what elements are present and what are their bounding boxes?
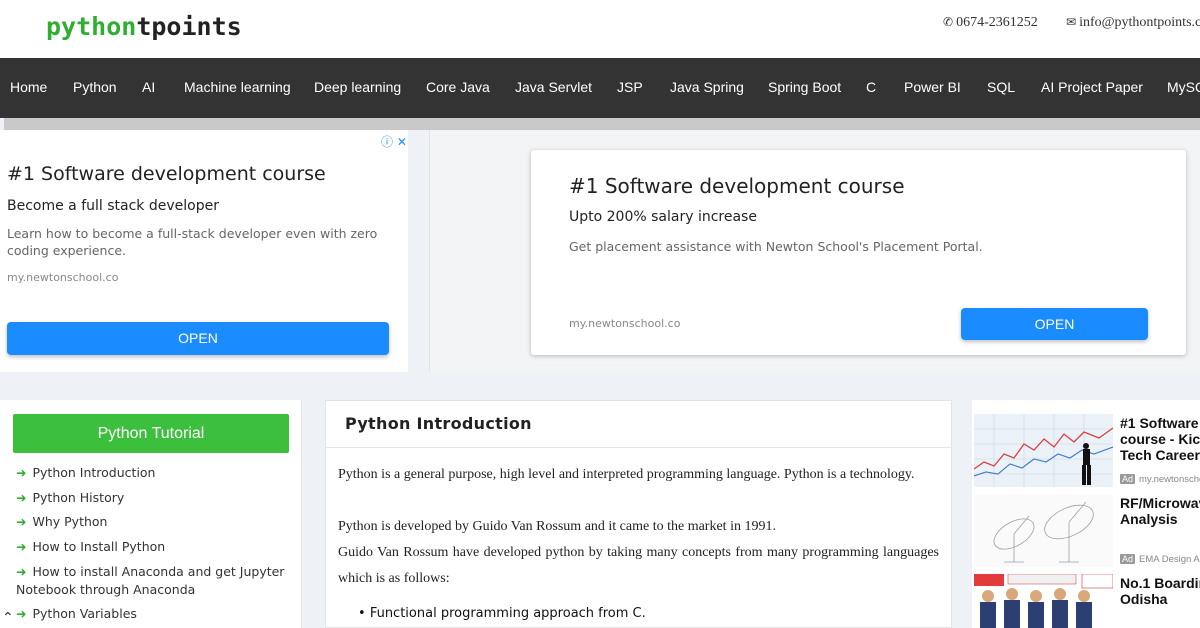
main-nav: Home Python AI Machine learning Deep lea… <box>0 58 1200 118</box>
arrow-right-icon: ➜ <box>16 564 27 579</box>
right-ad-description: Get placement assistance with Newton Sch… <box>569 239 983 254</box>
nav-item-java-servlet[interactable]: Java Servlet <box>515 79 592 95</box>
site-header: pythontpoints ✆ 0674-2361252 ✉ info@python… <box>0 0 1200 58</box>
right-ad-1-source: Ad my.newtonscho <box>1120 474 1200 485</box>
contact-phone: ✆ 0674-2361252 <box>943 15 1038 30</box>
phone-icon: ✆ <box>943 15 954 29</box>
nav-item-jsp[interactable]: JSP <box>617 79 643 95</box>
right-ad-url: my.newtonschool.co <box>569 317 681 330</box>
left-ad-title: #1 Software development course <box>7 163 326 185</box>
page-title: Python Introduction <box>345 414 532 433</box>
nav-divider <box>4 118 1200 130</box>
nav-item-ai[interactable]: AI <box>142 79 155 95</box>
sidebar-item-why-python[interactable]: ➜ Why Python <box>16 513 298 531</box>
python-tutorial-button[interactable]: Python Tutorial <box>13 414 289 453</box>
arrow-right-icon: ➜ <box>16 465 27 480</box>
nav-item-core-java[interactable]: Core Java <box>426 79 490 95</box>
site-logo[interactable]: pythontpoints <box>46 12 242 41</box>
left-ad-description: Learn how to become a full-stack develop… <box>7 226 378 258</box>
left-ad[interactable]: #1 Software development course Become a … <box>0 130 408 372</box>
nav-item-sql[interactable]: SQL <box>987 79 1015 95</box>
ad-choices-icon[interactable]: ⓘ ✕ <box>381 133 407 150</box>
nav-item-deep-learning[interactable]: Deep learning <box>314 79 401 95</box>
nav-item-spring-boot[interactable]: Spring Boot <box>768 79 841 95</box>
sidebar-item-python-introduction[interactable]: ➜ Python Introduction <box>16 464 298 482</box>
right-ad-title: #1 Software development course <box>569 174 905 198</box>
intro-paragraph-2: Python is developed by Guido Van Rossum … <box>338 519 776 534</box>
nav-item-python[interactable]: Python <box>73 79 117 95</box>
contact-email[interactable]: ✉ info@pythontpoints.c <box>1066 15 1200 31</box>
sidebar-item-python-history[interactable]: ➜ Python History <box>16 489 298 507</box>
right-ad-open-button[interactable]: OPEN <box>961 308 1148 340</box>
intro-paragraph-1: Python is a general purpose, high level … <box>338 467 915 482</box>
list-item: • Functional programming approach from C… <box>358 606 646 621</box>
sidebar-item-install-anaconda[interactable]: ➜ How to install Anaconda and get Jupyter… <box>16 563 298 599</box>
left-ad-open-button[interactable]: OPEN <box>7 322 389 355</box>
right-ad-card[interactable]: #1 Software development course Upto 200%… <box>531 150 1186 355</box>
nav-item-power-bi[interactable]: Power BI <box>904 79 961 95</box>
left-ad-subtitle: Become a full stack developer <box>7 198 219 214</box>
arrow-right-icon: ➜ <box>16 539 27 554</box>
right-ad-subtitle: Upto 200% salary increase <box>569 209 757 225</box>
intro-paragraph-3: Guido Van Rossum have developed python b… <box>338 545 939 586</box>
sidebar-item-install-python[interactable]: ➜ How to Install Python <box>16 538 298 556</box>
ad-thumbnail-antenna[interactable] <box>974 494 1113 567</box>
title-divider <box>326 447 951 448</box>
sidebar-item-python-variables[interactable]: ➜ Python Variables <box>16 605 298 623</box>
nav-item-java-spring[interactable]: Java Spring <box>670 79 744 95</box>
arrow-right-icon: ➜ <box>16 514 27 529</box>
left-ad-url: my.newtonschool.co <box>7 271 119 284</box>
right-ad-2-source: Ad EMA Design Au <box>1120 554 1200 565</box>
nav-item-home[interactable]: Home <box>10 79 47 95</box>
right-ad-3-title[interactable]: No.1 Boardin Odisha <box>1120 575 1200 607</box>
right-ad-1-title[interactable]: #1 Software d course - Kick Tech Career <box>1120 415 1200 463</box>
nav-item-machine-learning[interactable]: Machine learning <box>184 79 291 95</box>
nav-item-ai-project-paper[interactable]: AI Project Paper <box>1041 79 1143 95</box>
right-ad-2-title[interactable]: RF/Microwav Analysis <box>1120 495 1200 527</box>
envelope-icon: ✉ <box>1066 15 1077 29</box>
ad-thumbnail-chart[interactable] <box>974 414 1113 487</box>
nav-item-mysql[interactable]: MySQ <box>1167 79 1200 95</box>
arrow-right-icon: ➜ <box>16 490 27 505</box>
nav-item-c[interactable]: C <box>866 79 876 95</box>
ad-thumbnail-school[interactable] <box>974 574 1113 628</box>
chevron-up-icon[interactable]: ⌃ <box>2 610 28 628</box>
